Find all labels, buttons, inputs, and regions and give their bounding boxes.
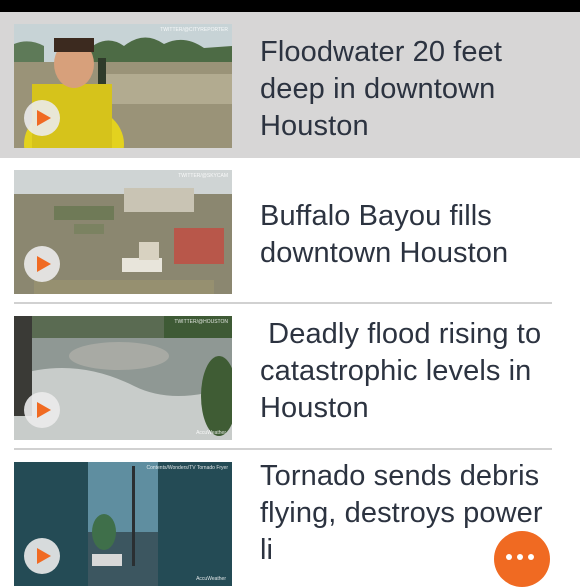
video-thumbnail[interactable]: TWITTER/@HOUSTON AccuWeather [14,316,232,440]
thumbnail-watermark-top: Contents/Wonders/TV Tornado Fryer [146,465,228,471]
video-thumbnail[interactable]: TWITTER/@CITYREPORTER [14,24,232,148]
play-icon[interactable] [24,538,60,574]
more-options-button[interactable] [494,531,550,587]
video-feed-list: TWITTER/@CITYREPORTER Floodwater 20 feet… [0,12,580,586]
video-headline[interactable]: Deadly flood rising to catastrophic leve… [260,316,560,427]
thumbnail-watermark: TWITTER/@SKYCAM [178,173,228,179]
video-thumbnail[interactable]: TWITTER/@SKYCAM [14,170,232,294]
list-item[interactable]: Contents/Wonders/TV Tornado Fryer AccuWe… [0,450,580,586]
list-item[interactable]: TWITTER/@HOUSTON AccuWeather Deadly floo… [0,304,580,450]
more-options-icon [506,554,534,560]
video-headline[interactable]: Floodwater 20 feet deep in downtown Hous… [260,34,560,145]
thumbnail-watermark: AccuWeather [196,576,226,582]
thumbnail-watermark: AccuWeather [196,430,226,436]
thumbnail-watermark: TWITTER/@CITYREPORTER [160,27,228,33]
thumbnail-watermark-top: TWITTER/@HOUSTON [174,319,228,325]
play-icon[interactable] [24,392,60,428]
list-item[interactable]: TWITTER/@CITYREPORTER Floodwater 20 feet… [0,12,580,158]
video-headline[interactable]: Buffalo Bayou fills downtown Houston [260,198,560,272]
video-thumbnail[interactable]: Contents/Wonders/TV Tornado Fryer AccuWe… [14,462,232,586]
play-icon[interactable] [24,100,60,136]
status-bar [0,0,580,12]
list-item[interactable]: TWITTER/@SKYCAM Buffalo Bayou fills down… [0,158,580,304]
play-icon[interactable] [24,246,60,282]
